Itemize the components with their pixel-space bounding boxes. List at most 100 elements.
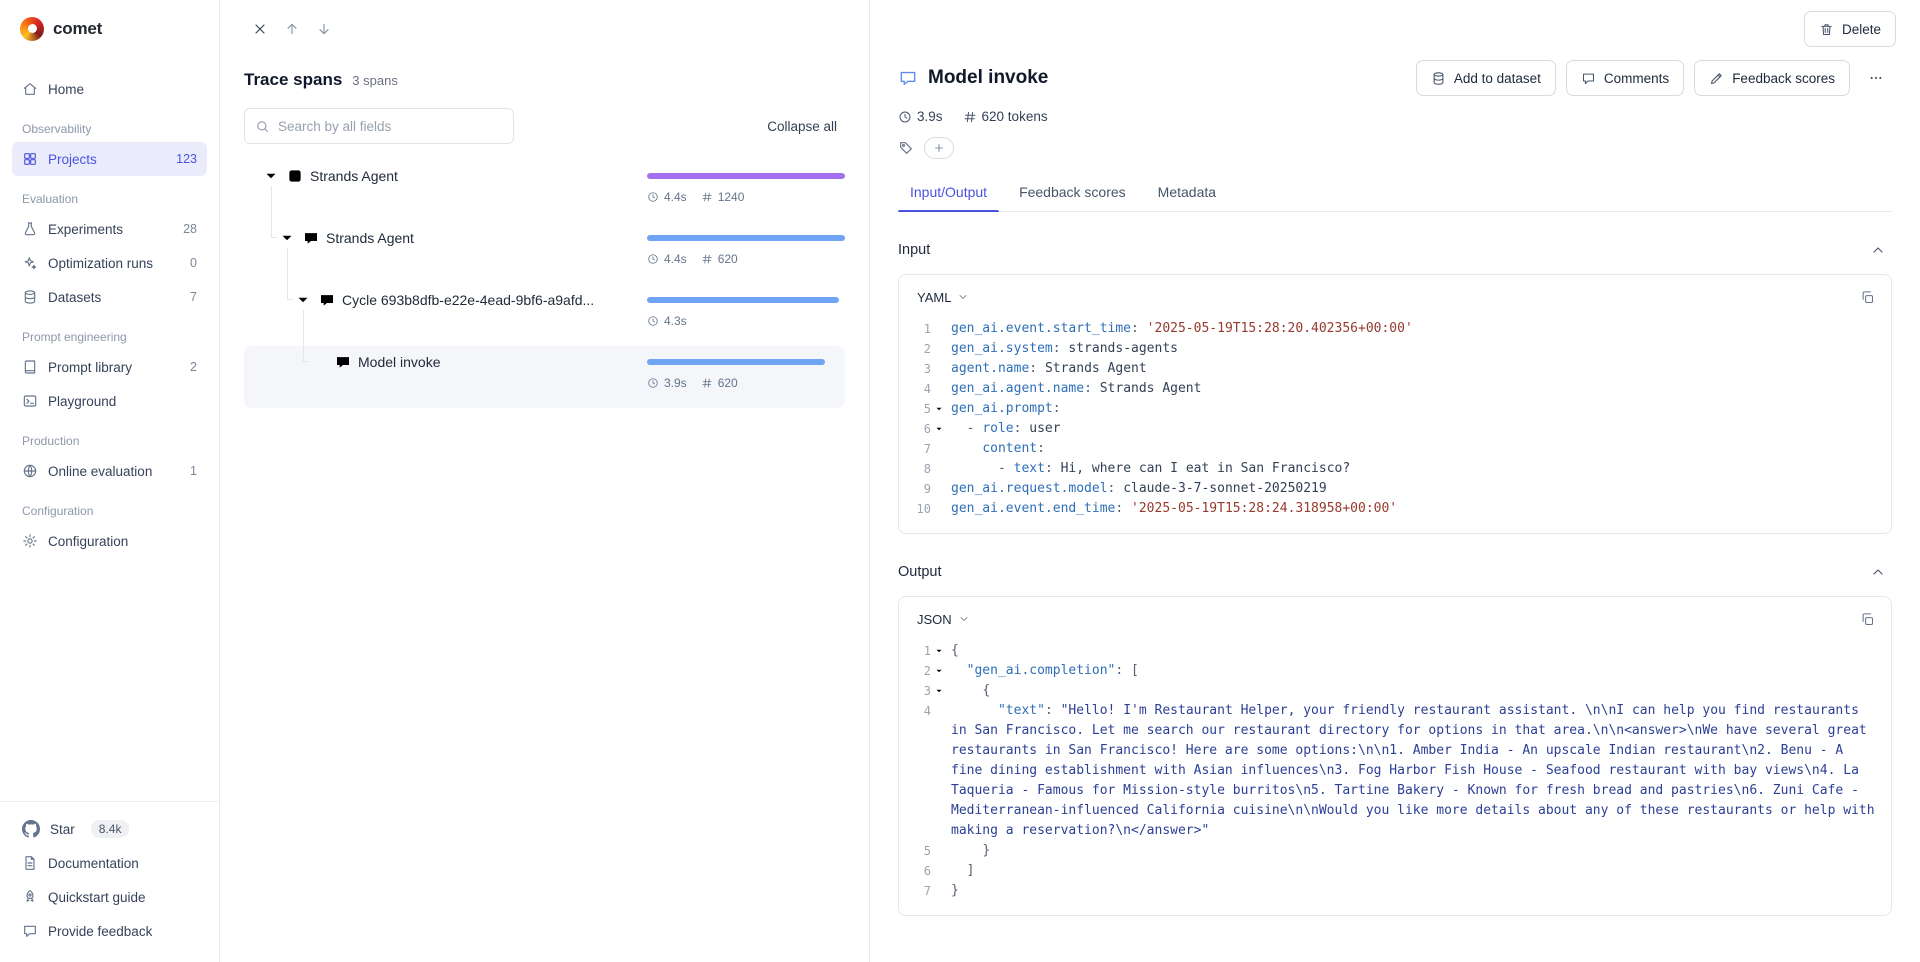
prev-span-button[interactable] [276, 13, 308, 45]
nav-item-count: 7 [190, 290, 197, 304]
line-gutter: 7 [905, 439, 947, 459]
code-line: 5 } [905, 841, 1877, 861]
nav-item-count: 28 [183, 222, 197, 236]
collapse-input-button[interactable] [1864, 236, 1892, 264]
tab-metadata[interactable]: Metadata [1146, 173, 1228, 211]
fold-spacer [931, 359, 947, 379]
code-line: 3 { [905, 681, 1877, 701]
input-section: Input YAML 1gen_ai. [898, 236, 1892, 534]
span-token-count: 620 [701, 376, 738, 390]
line-number: 7 [905, 881, 931, 901]
fold-spacer [931, 339, 947, 359]
span-duration: 4.4s [647, 252, 687, 266]
sidebar-item-datasets[interactable]: Datasets 7 [12, 280, 207, 314]
delete-button[interactable]: Delete [1804, 11, 1896, 47]
input-section-head: Input [898, 236, 1892, 264]
close-trace-button[interactable] [244, 13, 276, 45]
nav-item-label: Datasets [48, 290, 101, 305]
span-row-strands-agent[interactable]: Strands Agent4.4s1240 [244, 160, 845, 222]
output-section-title: Output [898, 564, 942, 580]
github-star-button[interactable]: Star 8.4k [12, 812, 207, 846]
code-line-content: gen_ai.request.model: claude-3-7-sonnet-… [951, 479, 1877, 499]
input-format-select[interactable]: YAML [911, 286, 975, 309]
span-duration: 3.9s [647, 376, 687, 390]
nav-item-label: Optimization runs [48, 256, 153, 271]
sidebar-item-projects[interactable]: Projects123 [12, 142, 207, 176]
output-code-head: JSON [899, 597, 1891, 637]
input-code-box: YAML 1gen_ai.event.start_time: '2025-05-… [898, 274, 1892, 534]
line-number: 9 [905, 479, 931, 499]
comments-button[interactable]: Comments [1566, 60, 1684, 96]
collapse-all-button[interactable]: Collapse all [759, 113, 845, 140]
output-format-select[interactable]: JSON [911, 608, 976, 631]
fold-chevron-icon[interactable] [931, 681, 947, 701]
line-number: 10 [905, 499, 931, 519]
sidebar-item-optimization-runs[interactable]: Optimization runs0 [12, 246, 207, 280]
sidebar-link-provide-feedback[interactable]: Provide feedback [12, 914, 207, 948]
tab-input-output[interactable]: Input/Output [898, 173, 999, 211]
collapse-output-button[interactable] [1864, 558, 1892, 586]
output-code-box: JSON 1{2 "gen_ai.completion": [3 {4 "tex… [898, 596, 1892, 916]
line-gutter: 2 [905, 339, 947, 359]
sidebar-link-documentation[interactable]: Documentation [12, 846, 207, 880]
code-line: 6 - role: user [905, 419, 1877, 439]
detail-tabs: Input/OutputFeedback scoresMetadata [898, 173, 1892, 212]
fold-chevron-icon[interactable] [931, 641, 947, 661]
next-span-button[interactable] [308, 13, 340, 45]
clock-icon [647, 191, 659, 203]
hash-icon [701, 191, 713, 203]
logo[interactable]: comet [0, 0, 219, 58]
code-line: 1gen_ai.event.start_time: '2025-05-19T15… [905, 319, 1877, 339]
line-gutter: 6 [905, 861, 947, 881]
search-input[interactable] [278, 119, 503, 134]
nav-item-count: 1 [190, 464, 197, 478]
code-line-content: gen_ai.event.start_time: '2025-05-19T15:… [951, 319, 1877, 339]
add-tag-button[interactable] [924, 137, 954, 159]
copy-output-button[interactable] [1853, 605, 1881, 633]
span-row-cycle-693b8dfb-e22e-4ead-9bf6-a9afd[interactable]: Cycle 693b8dfb-e22e-4ead-9bf6-a9afd...4.… [244, 284, 845, 346]
tab-feedback-scores[interactable]: Feedback scores [1007, 173, 1138, 211]
feedback-scores-button[interactable]: Feedback scores [1694, 60, 1850, 96]
chevron-up-icon [1870, 564, 1886, 580]
span-label: Cycle 693b8dfb-e22e-4ead-9bf6-a9afd... [244, 290, 647, 310]
fold-chevron-icon[interactable] [931, 419, 947, 439]
globe-icon [22, 463, 38, 479]
fold-chevron-icon[interactable] [931, 399, 947, 419]
code-line: 4gen_ai.agent.name: Strands Agent [905, 379, 1877, 399]
sidebar-item-prompt-library[interactable]: Prompt library2 [12, 350, 207, 384]
line-gutter: 4 [905, 379, 947, 399]
tree-connector [303, 310, 304, 361]
add-to-dataset-button[interactable]: Add to dataset [1416, 60, 1556, 96]
span-expand-chevron-icon[interactable] [262, 167, 280, 185]
clock-icon [647, 377, 659, 389]
logo-text: comet [53, 19, 102, 39]
sidebar-item-online-evaluation[interactable]: Online evaluation1 [12, 454, 207, 488]
span-timeline: 4.3s [647, 290, 845, 328]
agent-span-icon [286, 167, 304, 185]
sidebar-link-quickstart-guide[interactable]: Quickstart guide [12, 880, 207, 914]
tree-connector [271, 237, 277, 238]
sidebar-item-home[interactable]: Home [12, 72, 207, 106]
span-expand-chevron-icon[interactable] [278, 229, 296, 247]
document-icon [22, 855, 38, 871]
span-expand-chevron-icon[interactable] [294, 291, 312, 309]
nav-section-title: Configuration [12, 488, 207, 524]
sidebar-item-experiments[interactable]: Experiments28 [12, 212, 207, 246]
span-duration-bar [647, 297, 839, 303]
fold-spacer [931, 701, 947, 721]
chevron-spacer [310, 353, 328, 371]
span-label: Strands Agent [244, 228, 647, 248]
output-section: Output JSON 1{2 "g [898, 558, 1892, 916]
hash-icon [963, 110, 977, 124]
nav-item-count: 123 [176, 152, 197, 166]
hash-icon [701, 253, 713, 265]
fold-chevron-icon[interactable] [931, 661, 947, 681]
span-duration-bar [647, 235, 845, 241]
span-row-strands-agent[interactable]: Strands Agent4.4s620 [244, 222, 845, 284]
sidebar-item-playground[interactable]: Playground [12, 384, 207, 418]
tree-connector [271, 186, 272, 237]
copy-input-button[interactable] [1853, 283, 1881, 311]
sidebar-item-configuration[interactable]: Configuration [12, 524, 207, 558]
span-row-model-invoke[interactable]: Model invoke3.9s620 [244, 346, 845, 408]
more-actions-button[interactable] [1860, 62, 1892, 94]
